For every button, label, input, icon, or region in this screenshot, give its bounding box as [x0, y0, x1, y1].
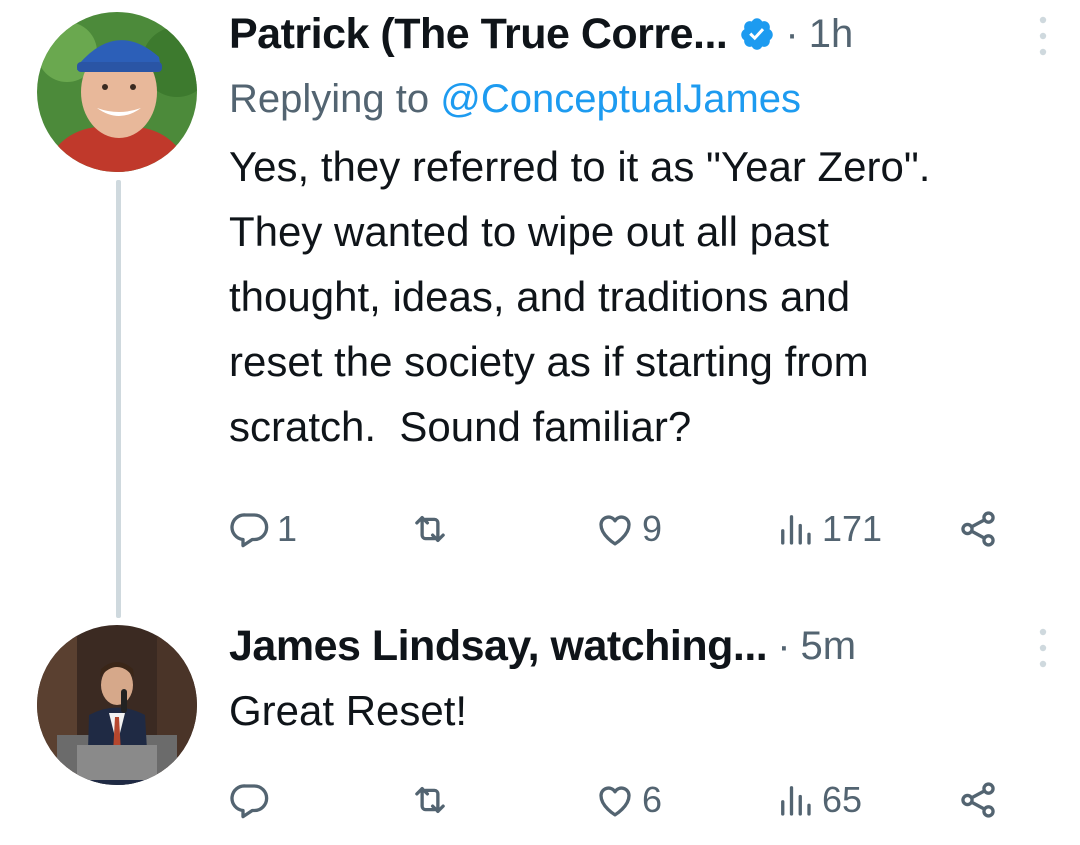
views-count: 65 [822, 779, 863, 820]
retweet-icon [415, 515, 445, 543]
tweet-text: Great Reset! [229, 687, 468, 734]
tweet[interactable]: Patrick (The True Corre... · 1h Replying… [229, 8, 1050, 459]
like-button[interactable]: 6 [594, 775, 662, 825]
like-button[interactable]: 9 [594, 504, 662, 554]
views-button[interactable]: 171 [774, 504, 882, 554]
reply-button[interactable]: 1 [229, 504, 297, 554]
retweet-button[interactable] [409, 775, 457, 825]
retweet-icon [415, 786, 445, 814]
views-button[interactable]: 65 [774, 775, 862, 825]
tweet-actions: 1 9 171 [229, 504, 1004, 554]
tweet-header: James Lindsay, watching... · 5m [229, 620, 1050, 672]
share-icon [961, 511, 995, 547]
separator-dot: · [785, 11, 799, 56]
views-icon [781, 515, 811, 545]
verified-badge-icon [741, 18, 774, 50]
separator-dot: · [777, 623, 791, 668]
reply-button[interactable] [229, 775, 277, 825]
more-icon[interactable] [1036, 14, 1050, 58]
tweet-actions: 6 65 [229, 775, 1004, 825]
avatar[interactable] [37, 625, 197, 785]
timestamp[interactable]: 5m [801, 624, 857, 669]
timestamp[interactable]: 1h [809, 12, 854, 57]
views-count: 171 [822, 508, 883, 549]
author-name[interactable]: Patrick (The True Corre... [229, 10, 728, 59]
like-count: 6 [642, 779, 663, 820]
share-button[interactable] [957, 775, 999, 825]
tweet-text: Yes, they referred to it as "Year Zero".… [229, 143, 931, 450]
replying-to-handle[interactable]: @ConceptualJames [440, 77, 801, 121]
reply-icon [230, 513, 269, 548]
share-button[interactable] [957, 504, 999, 554]
retweet-button[interactable] [409, 504, 457, 554]
author-name[interactable]: James Lindsay, watching... [229, 622, 768, 671]
tweet[interactable]: James Lindsay, watching... · 5m Great Re… [229, 620, 1050, 743]
thread-connector-line [116, 180, 121, 618]
reply-count: 1 [277, 508, 298, 549]
like-count: 9 [642, 508, 663, 549]
share-icon [961, 782, 995, 818]
tweet-header: Patrick (The True Corre... · 1h [229, 8, 1050, 60]
views-icon [781, 786, 811, 816]
like-icon [599, 786, 631, 817]
more-icon[interactable] [1036, 626, 1050, 670]
like-icon [599, 515, 631, 546]
replying-to-label: Replying to [229, 77, 430, 121]
avatar[interactable] [37, 12, 197, 172]
reply-icon [230, 784, 269, 819]
replying-to: Replying to @ConceptualJames [229, 74, 1050, 124]
